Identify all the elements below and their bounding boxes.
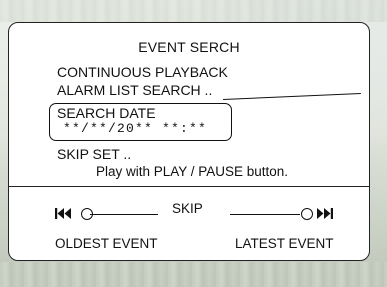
menu-item-skip-set[interactable]: SKIP SET .. <box>57 146 131 162</box>
background-texture-top <box>0 0 387 22</box>
skip-back-icon[interactable] <box>55 207 73 220</box>
oldest-event-label: OLDEST EVENT <box>55 236 158 251</box>
event-search-panel: EVENT SERCH CONTINUOUS PLAYBACK ALARM LI… <box>8 22 370 261</box>
background-texture-bottom <box>0 262 387 287</box>
skip-back-track <box>90 214 158 215</box>
skip-label: SKIP <box>172 201 203 216</box>
menu-item-continuous-playback[interactable]: CONTINUOUS PLAYBACK <box>57 64 228 80</box>
divider <box>9 186 369 187</box>
menu-item-alarm-list-search[interactable]: ALARM LIST SEARCH .. <box>57 82 212 98</box>
menu-item-search-date[interactable]: SEARCH DATE <box>57 105 156 121</box>
skip-forward-knob[interactable] <box>301 208 313 220</box>
play-hint: Play with PLAY / PAUSE button. <box>95 164 289 179</box>
latest-event-label: LATEST EVENT <box>235 236 334 251</box>
skip-forward-icon[interactable] <box>315 207 333 220</box>
menu-title: EVENT SERCH <box>138 39 240 55</box>
search-date-value[interactable]: **/**/20** **:** <box>63 121 207 136</box>
skip-forward-track <box>230 214 300 215</box>
